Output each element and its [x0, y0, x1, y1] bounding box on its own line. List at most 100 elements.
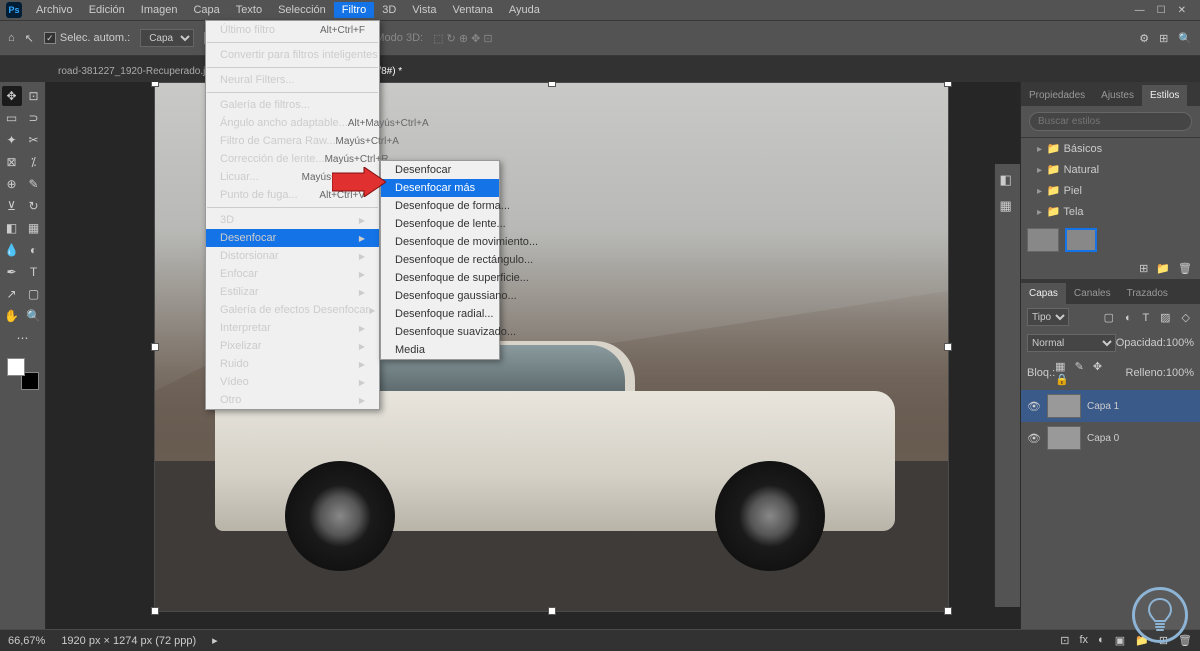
foreground-swatch[interactable] — [7, 358, 25, 376]
heal-tool[interactable]: ⊕ — [2, 174, 22, 194]
menu-ventana[interactable]: Ventana — [445, 2, 501, 18]
menu-item[interactable]: 3D▶ — [206, 211, 379, 229]
mode3d-icon[interactable]: ⬚ ↻ ⊕ ✥ ⊡ — [433, 32, 493, 45]
menu-item[interactable]: Interpretar▶ — [206, 319, 379, 337]
submenu-item[interactable]: Desenfoque de superficie... — [381, 269, 499, 287]
eyedropper-tool[interactable]: ⁒ — [24, 152, 44, 172]
styles-folder[interactable]: 📁 Piel — [1021, 180, 1200, 201]
layer-row[interactable]: 👁Capa 0 — [1021, 422, 1200, 454]
menu-item[interactable]: Pixelizar▶ — [206, 337, 379, 355]
blur-tool[interactable]: 💧 — [2, 240, 22, 260]
gradient-tool[interactable]: ▦ — [24, 218, 44, 238]
search-tool-icon[interactable]: 🔍 — [1178, 32, 1192, 45]
styles-folder[interactable]: 📁 Natural — [1021, 159, 1200, 180]
eraser-tool[interactable]: ◧ — [2, 218, 22, 238]
history-brush-tool[interactable]: ↻ — [24, 196, 44, 216]
menu-selección[interactable]: Selección — [270, 2, 334, 18]
auto-select-checkbox[interactable] — [44, 32, 56, 44]
fill-value[interactable]: 100% — [1166, 367, 1194, 379]
transform-handle[interactable] — [151, 82, 159, 87]
workspace-icon[interactable]: ⊞ — [1159, 32, 1168, 45]
menu-item[interactable]: Ruido▶ — [206, 355, 379, 373]
menu-item[interactable]: Corrección de lente...Mayús+Ctrl+R — [206, 150, 379, 168]
maximize-button[interactable]: ☐ — [1157, 5, 1166, 16]
menu-capa[interactable]: Capa — [185, 2, 227, 18]
styles-search[interactable] — [1029, 112, 1192, 131]
layer-thumbnail[interactable] — [1047, 426, 1081, 450]
swatches-panel-icon[interactable]: ▦ — [1000, 198, 1016, 214]
transform-handle[interactable] — [944, 343, 952, 351]
opacity-value[interactable]: 100% — [1166, 337, 1194, 349]
shape-tool[interactable]: ▢ — [24, 284, 44, 304]
transform-handle[interactable] — [548, 82, 556, 87]
menu-vista[interactable]: Vista — [404, 2, 444, 18]
status-icon[interactable]: 🗑 — [1178, 634, 1192, 647]
tool-preset-icon[interactable]: ↖ — [25, 32, 34, 45]
color-panel-icon[interactable]: ◧ — [1000, 172, 1016, 188]
delete-style-icon[interactable]: 🗑 — [1178, 262, 1192, 275]
submenu-item[interactable]: Desenfoque de forma... — [381, 197, 499, 215]
panel-tab[interactable]: Ajustes — [1093, 85, 1142, 106]
menu-item[interactable]: Neural Filters... — [206, 71, 379, 89]
layer-row[interactable]: 👁 Capa 1 — [1021, 390, 1200, 422]
auto-select-target[interactable]: Capa — [140, 29, 194, 47]
panel-tab[interactable]: Trazados — [1119, 283, 1176, 304]
lasso-tool[interactable]: ⊃ — [24, 108, 44, 128]
layer-name[interactable]: Capa 0 — [1087, 433, 1119, 444]
transform-handle[interactable] — [151, 343, 159, 351]
brush-tool[interactable]: ✎ — [24, 174, 44, 194]
transform-handle[interactable] — [944, 607, 952, 615]
submenu-item[interactable]: Desenfoque de movimiento... — [381, 233, 499, 251]
menu-3d[interactable]: 3D — [374, 2, 404, 18]
search-icon[interactable]: ⚙ — [1139, 32, 1149, 45]
zoom-tool[interactable]: 🔍 — [24, 306, 44, 326]
new-style-icon[interactable]: ⊞ — [1139, 262, 1148, 275]
style-thumb[interactable] — [1065, 228, 1097, 252]
menu-edición[interactable]: Edición — [81, 2, 133, 18]
move-tool[interactable]: ✥ — [2, 86, 22, 106]
menu-item[interactable]: Distorsionar▶ — [206, 247, 379, 265]
style-thumb[interactable] — [1027, 228, 1059, 252]
dodge-tool[interactable]: ◐ — [24, 240, 44, 260]
visibility-icon[interactable]: 👁 — [1027, 400, 1041, 413]
status-icon[interactable]: ▣ — [1115, 634, 1125, 647]
layer-name[interactable]: Capa 1 — [1087, 401, 1119, 412]
marquee-tool[interactable]: ▭ — [2, 108, 22, 128]
menu-ayuda[interactable]: Ayuda — [501, 2, 548, 18]
minimize-button[interactable]: — — [1135, 5, 1145, 16]
submenu-item[interactable]: Desenfocar — [381, 161, 499, 179]
hand-tool[interactable]: ✋ — [2, 306, 22, 326]
menu-item[interactable]: Ángulo ancho adaptable...Alt+Mayús+Ctrl+… — [206, 114, 379, 132]
wand-tool[interactable]: ✦ — [2, 130, 22, 150]
status-icon[interactable]: ◐ — [1098, 634, 1105, 647]
lock-icons[interactable]: ▦ ✎ ✥ 🔒 — [1055, 360, 1125, 386]
menu-item[interactable]: Desenfocar▶ — [206, 229, 379, 247]
panel-tab[interactable]: Capas — [1021, 283, 1066, 304]
transform-handle[interactable] — [548, 607, 556, 615]
status-icon[interactable]: ⊡ — [1060, 634, 1069, 647]
close-button[interactable]: ✕ — [1178, 5, 1186, 16]
submenu-item[interactable]: Desenfoque de rectángulo... — [381, 251, 499, 269]
panel-tab[interactable]: Estilos — [1142, 85, 1187, 106]
menu-filtro[interactable]: Filtro — [334, 2, 374, 18]
stamp-tool[interactable]: ⊻ — [2, 196, 22, 216]
artboard-tool[interactable]: ⊡ — [24, 86, 44, 106]
menu-item[interactable]: Estilizar▶ — [206, 283, 379, 301]
transform-handle[interactable] — [944, 82, 952, 87]
menu-item[interactable]: Enfocar▶ — [206, 265, 379, 283]
new-folder-icon[interactable]: 📁 — [1156, 262, 1170, 275]
zoom-value[interactable]: 66,67% — [8, 635, 45, 647]
filter-icons[interactable]: ▢ ◐ T ▨ ◇ — [1104, 311, 1194, 324]
color-swatches[interactable] — [7, 358, 39, 390]
panel-tab[interactable]: Canales — [1066, 283, 1119, 304]
path-tool[interactable]: ↗ — [2, 284, 22, 304]
menu-archivo[interactable]: Archivo — [28, 2, 81, 18]
submenu-item[interactable]: Desenfoque suavizado... — [381, 323, 499, 341]
menu-item[interactable]: Galería de efectos Desenfocar▶ — [206, 301, 379, 319]
pen-tool[interactable]: ✒ — [2, 262, 22, 282]
menu-item[interactable]: Galería de filtros... — [206, 96, 379, 114]
status-icon[interactable]: fx — [1079, 634, 1088, 647]
menu-item[interactable]: Vídeo▶ — [206, 373, 379, 391]
menu-item[interactable]: Otro▶ — [206, 391, 379, 409]
layer-filter-kind[interactable]: Tipo — [1027, 308, 1069, 326]
